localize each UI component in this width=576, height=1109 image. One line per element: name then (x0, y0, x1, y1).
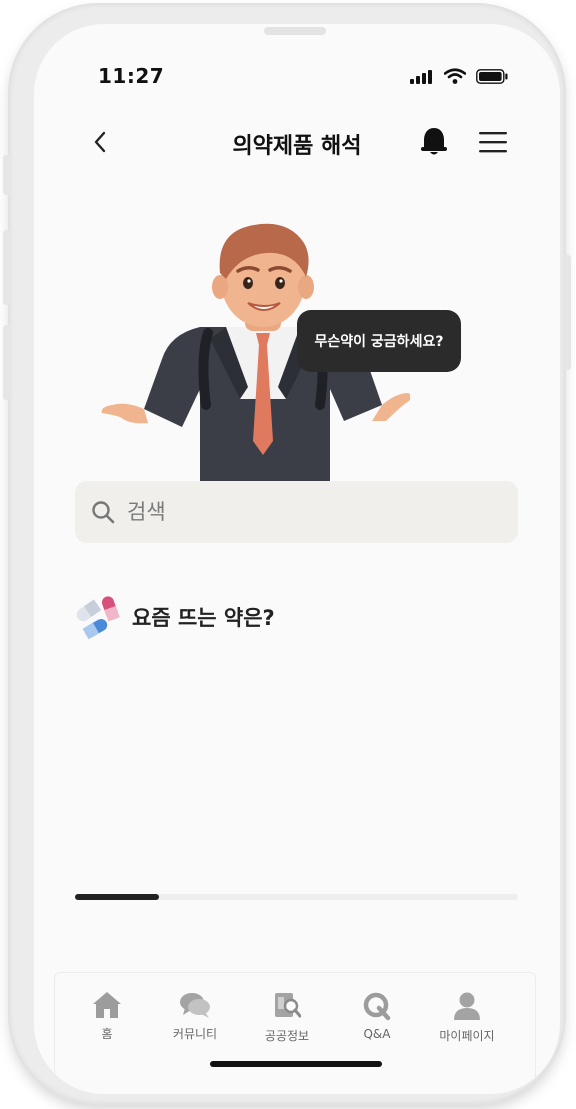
hamburger-icon (479, 132, 507, 153)
q-icon (363, 992, 391, 1021)
section-title: 요즘 뜨는 약은? (132, 606, 275, 630)
speaker-notch (264, 27, 326, 35)
tab-mypage[interactable]: 마이페이지 (427, 991, 507, 1044)
person-icon (454, 992, 480, 1020)
app-screen: 11:27 의약제품 해석 무슨약이 궁금하세요? 검색 요즘 뜨는 약은? 홈… (34, 24, 560, 1094)
tab-qna-label: Q&A (363, 1027, 391, 1041)
volume-up-button (3, 230, 11, 305)
speech-bubble: 무슨약이 궁금하세요? (297, 310, 461, 372)
power-button (563, 255, 571, 370)
speech-bubble-text: 무슨약이 궁금하세요? (314, 334, 444, 350)
search-input[interactable] (127, 500, 467, 524)
tab-home-label: 홈 (101, 1027, 113, 1041)
tab-public-info-label: 공공정보 (264, 1029, 310, 1043)
phone-frame: 11:27 의약제품 해석 무슨약이 궁금하세요? 검색 요즘 뜨는 약은? 홈… (3, 5, 571, 1103)
mute-switch (3, 155, 11, 195)
tab-qna[interactable]: Q&A (337, 991, 417, 1041)
document-search-icon (275, 993, 301, 1018)
tab-community-label: 커뮤니티 (172, 1027, 218, 1041)
tab-public-info[interactable]: 공공정보 (247, 991, 327, 1044)
status-time: 11:27 (98, 64, 165, 88)
wifi-icon (444, 68, 466, 84)
search-icon (92, 501, 115, 524)
home-indicator[interactable] (210, 1061, 382, 1067)
bottom-tab-bar: 홈 커뮤니티 공공정보 Q&A 마이페이지 (54, 972, 536, 1094)
status-icons (410, 68, 508, 84)
home-icon (93, 992, 121, 1018)
carousel-progress-fill (75, 894, 160, 900)
chat-bubbles-icon (180, 993, 210, 1018)
menu-button[interactable] (476, 126, 510, 158)
carousel-progress-track (75, 894, 518, 900)
battery-icon (476, 69, 508, 84)
pills-icon (76, 596, 120, 640)
signal-icon (410, 70, 432, 84)
tab-mypage-label: 마이페이지 (439, 1029, 495, 1043)
tab-home[interactable]: 홈 (67, 991, 147, 1042)
tab-community[interactable]: 커뮤니티 (155, 991, 235, 1042)
search-bar[interactable] (75, 481, 518, 543)
bell-icon (421, 128, 447, 155)
volume-down-button (3, 325, 11, 400)
notification-button[interactable] (417, 124, 451, 160)
